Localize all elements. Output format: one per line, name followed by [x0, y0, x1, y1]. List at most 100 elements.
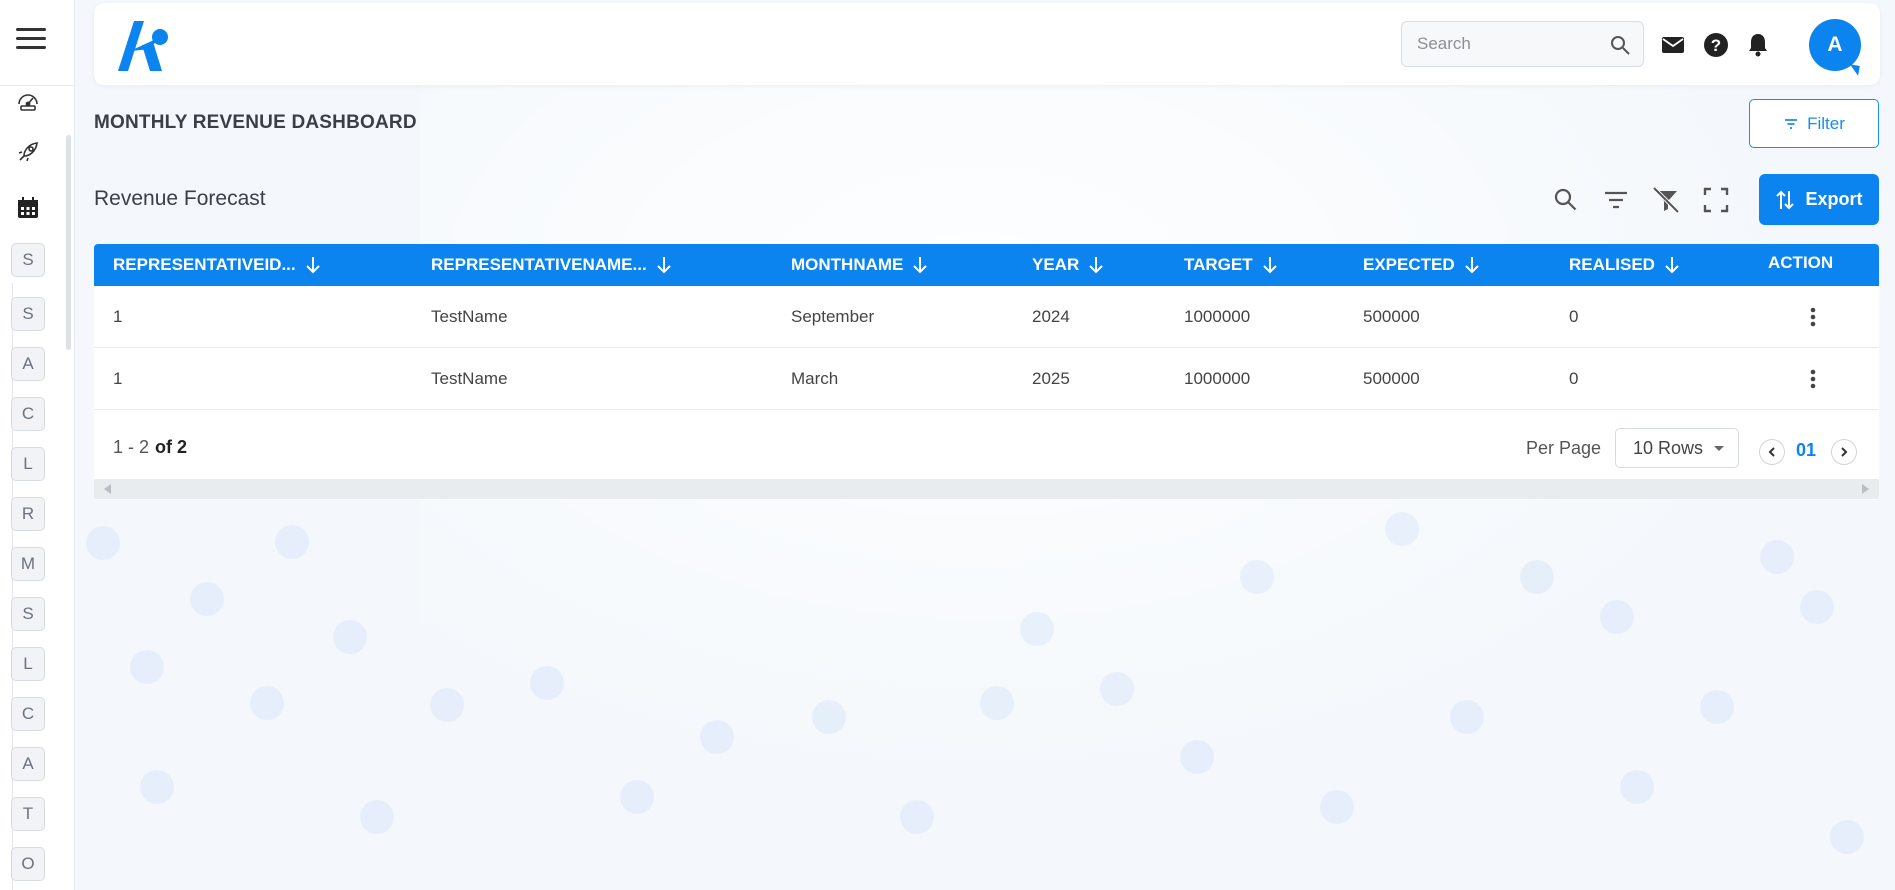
cell-representative-name: TestName — [431, 369, 508, 388]
sort-down-icon — [913, 257, 928, 274]
column-header-target[interactable]: TARGET — [1184, 244, 1279, 286]
row-actions-kebab-icon[interactable] — [1801, 348, 1825, 410]
section-title: Revenue Forecast — [94, 187, 266, 210]
cell-realised: 0 — [1569, 307, 1579, 326]
sort-down-icon — [1262, 257, 1277, 274]
sidebar-item-l-1[interactable]: L — [11, 447, 45, 481]
column-header-label: ACTION — [1768, 253, 1834, 272]
sort-down-icon — [656, 257, 671, 274]
sidebar-item-a-1[interactable]: A — [11, 347, 45, 381]
cell-realised: 0 — [1569, 369, 1579, 388]
mail-icon[interactable] — [1659, 31, 1687, 59]
filter-button[interactable]: Filter — [1749, 99, 1879, 148]
scroll-left-arrow-icon[interactable] — [104, 484, 111, 494]
column-header-expected[interactable]: EXPECTED — [1363, 244, 1481, 286]
sidebar-item-o[interactable]: O — [11, 847, 45, 881]
column-header-representativename[interactable]: REPRESENTATIVENAME... — [431, 244, 673, 286]
sort-down-icon — [1665, 257, 1679, 274]
rocket-icon[interactable] — [11, 135, 45, 169]
column-header-realised[interactable]: REALISED — [1569, 244, 1681, 286]
table-header-row: REPRESENTATIVEID... REPRESENTATIVENAME..… — [94, 244, 1879, 286]
column-header-year[interactable]: YEAR — [1032, 244, 1105, 286]
per-page-label: Per Page — [1526, 438, 1602, 458]
cell-year: 2025 — [1032, 369, 1070, 388]
filter-button-label: Filter — [1807, 113, 1845, 133]
cell-target: 1000000 — [1184, 369, 1251, 388]
sidebar-item-l-2[interactable]: L — [11, 647, 45, 681]
clear-filter-icon[interactable] — [1651, 185, 1681, 215]
cell-target: 1000000 — [1184, 307, 1251, 326]
prev-page-button[interactable] — [1759, 439, 1785, 465]
sidebar-item-r[interactable]: R — [11, 497, 45, 531]
table-search-icon[interactable] — [1551, 185, 1581, 215]
cell-representative-name: TestName — [431, 307, 508, 326]
calendar-icon[interactable] — [11, 191, 45, 225]
search-field[interactable] — [1401, 21, 1644, 67]
table-horizontal-scrollbar[interactable] — [94, 479, 1879, 499]
rows-per-page-value: 10 Rows — [1633, 437, 1704, 458]
sidebar-item-s-3[interactable]: S — [11, 597, 45, 631]
cell-representative-id: 1 — [113, 369, 123, 388]
fullscreen-icon[interactable] — [1701, 185, 1731, 215]
caret-down-icon — [1714, 446, 1724, 451]
sidebar-item-t[interactable]: T — [11, 797, 45, 831]
bell-icon[interactable] — [1744, 31, 1772, 59]
column-header-monthname[interactable]: MONTHNAME — [791, 244, 929, 286]
brand-logo[interactable] — [112, 17, 176, 75]
sidebar-item-c-2[interactable]: C — [11, 697, 45, 731]
sort-down-icon — [305, 257, 320, 274]
column-header-label: REPRESENTATIVEID... — [113, 255, 296, 274]
sort-down-icon — [1089, 257, 1103, 274]
pagination-range: 1 - 2 of 2 — [113, 437, 187, 458]
sidebar-item-m[interactable]: M — [11, 547, 45, 581]
column-header-representativeid[interactable]: REPRESENTATIVEID... — [113, 244, 322, 286]
table-filter-icon[interactable] — [1601, 185, 1631, 215]
cell-representative-id: 1 — [113, 307, 123, 326]
revenue-table: REPRESENTATIVEID... REPRESENTATIVENAME..… — [94, 244, 1879, 500]
filter-lines-icon — [1785, 118, 1798, 129]
sidebar-item-s-2[interactable]: S — [11, 297, 45, 331]
sidebar-item-c-1[interactable]: C — [11, 397, 45, 431]
rows-per-page-select[interactable]: 10 Rows — [1615, 428, 1739, 468]
cell-expected: 500000 — [1363, 369, 1420, 388]
sidebar: S S A C L R M S L C A T O — [0, 0, 75, 890]
range-text: 1 - 2 — [113, 437, 150, 457]
cell-month-name: September — [791, 307, 875, 326]
column-header-label: REPRESENTATIVENAME... — [431, 255, 647, 274]
column-header-label: YEAR — [1032, 255, 1080, 274]
sort-arrows-icon — [1776, 190, 1795, 209]
search-icon[interactable] — [1609, 34, 1631, 56]
chevron-right-icon — [1841, 447, 1848, 457]
hamburger-menu-icon[interactable] — [16, 28, 46, 50]
cell-year: 2024 — [1032, 307, 1070, 326]
sidebar-item-a-2[interactable]: A — [11, 747, 45, 781]
sidebar-item-s-1[interactable]: S — [11, 243, 45, 277]
dashboard-gauge-icon[interactable] — [11, 83, 45, 117]
column-header-label: REALISED — [1569, 255, 1655, 274]
top-header: ? A — [94, 3, 1880, 85]
table-row[interactable]: 1 TestName March 2025 1000000 500000 0 — [94, 348, 1879, 410]
row-actions-kebab-icon[interactable] — [1801, 286, 1825, 348]
current-page-number[interactable]: 01 — [1796, 440, 1816, 461]
sidebar-scrollbar[interactable] — [66, 135, 71, 350]
export-button[interactable]: Export — [1759, 174, 1879, 225]
column-header-action: ACTION — [1768, 244, 1833, 284]
cell-month-name: March — [791, 369, 839, 388]
svg-text:?: ? — [1711, 36, 1721, 55]
scroll-right-arrow-icon[interactable] — [1862, 484, 1869, 494]
user-avatar[interactable]: A — [1809, 19, 1861, 71]
search-input[interactable] — [1417, 34, 1602, 54]
next-page-button[interactable] — [1831, 439, 1857, 465]
help-icon[interactable]: ? — [1702, 31, 1730, 59]
table-row[interactable]: 1 TestName September 2024 1000000 500000… — [94, 286, 1879, 348]
export-button-label: Export — [1805, 189, 1863, 209]
sort-down-icon — [1464, 257, 1479, 274]
cell-expected: 500000 — [1363, 307, 1420, 326]
column-header-label: MONTHNAME — [791, 255, 904, 274]
page-title: MONTHLY REVENUE DASHBOARD — [94, 112, 417, 133]
chevron-left-icon — [1768, 447, 1775, 457]
range-total: of 2 — [155, 437, 188, 457]
column-header-label: EXPECTED — [1363, 255, 1455, 274]
pagination-bar: 1 - 2 of 2 Per Page 10 Rows 01 — [94, 411, 1879, 483]
column-header-label: TARGET — [1184, 255, 1253, 274]
